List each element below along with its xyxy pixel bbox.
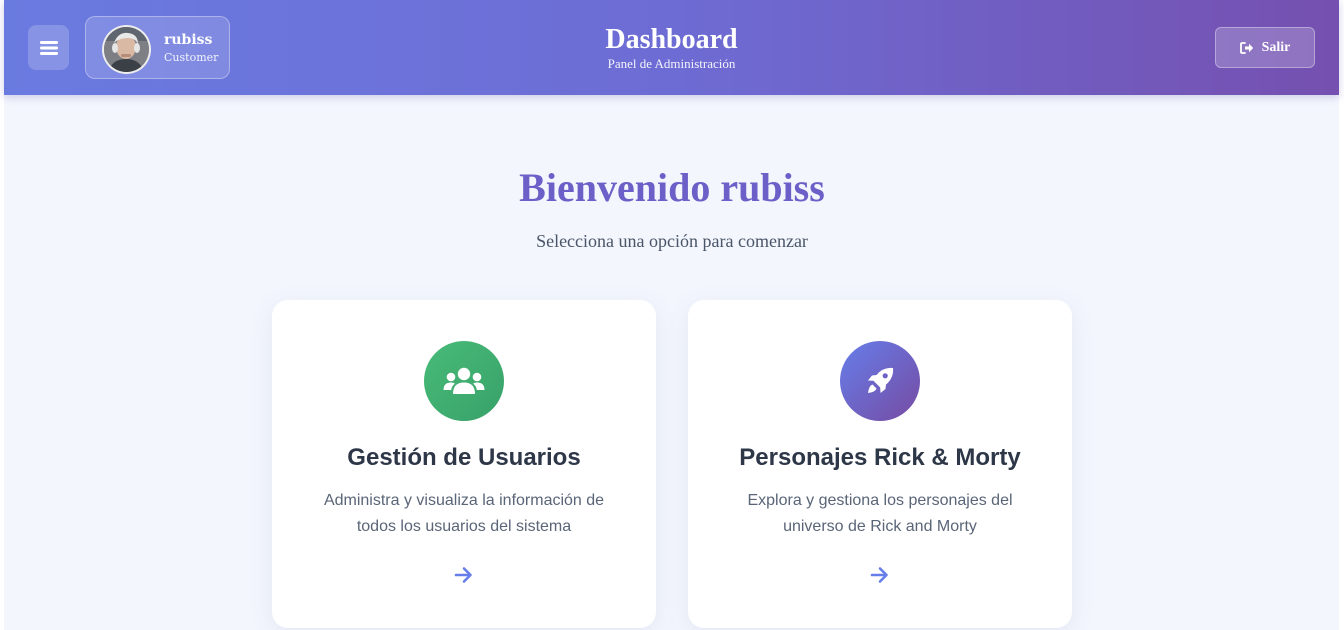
top-header: rubiss Customer Dashboard Panel de Admin…	[4, 0, 1339, 95]
card-description: Administra y visualiza la información de…	[323, 492, 605, 535]
users-icon-circle	[424, 341, 504, 421]
card-title: Gestión de Usuarios	[347, 444, 581, 471]
welcome-subtitle: Selecciona una opción para comenzar	[536, 231, 808, 251]
arrow-right-icon[interactable]	[870, 565, 890, 585]
logout-button[interactable]: Salir	[1215, 27, 1315, 68]
card-rick-morty[interactable]: Personajes Rick & Morty Explora y gestio…	[688, 300, 1072, 628]
users-icon	[443, 367, 485, 394]
sign-out-icon	[1239, 41, 1253, 54]
rocket-icon	[868, 367, 894, 393]
card-title: Personajes Rick & Morty	[739, 444, 1021, 471]
logout-label: Salir	[1261, 39, 1291, 55]
card-description: Explora y gestiona los personajes del un…	[747, 492, 1013, 535]
window-edge-right	[1339, 0, 1344, 630]
welcome-heading: Bienvenido rubiss	[519, 165, 825, 210]
rocket-icon-circle	[840, 341, 920, 421]
card-user-management[interactable]: Gestión de Usuarios Administra y visuali…	[272, 300, 656, 628]
page-title: Dashboard	[605, 24, 738, 55]
page-subtitle: Panel de Administración	[607, 56, 736, 71]
arrow-right-icon[interactable]	[454, 565, 474, 585]
